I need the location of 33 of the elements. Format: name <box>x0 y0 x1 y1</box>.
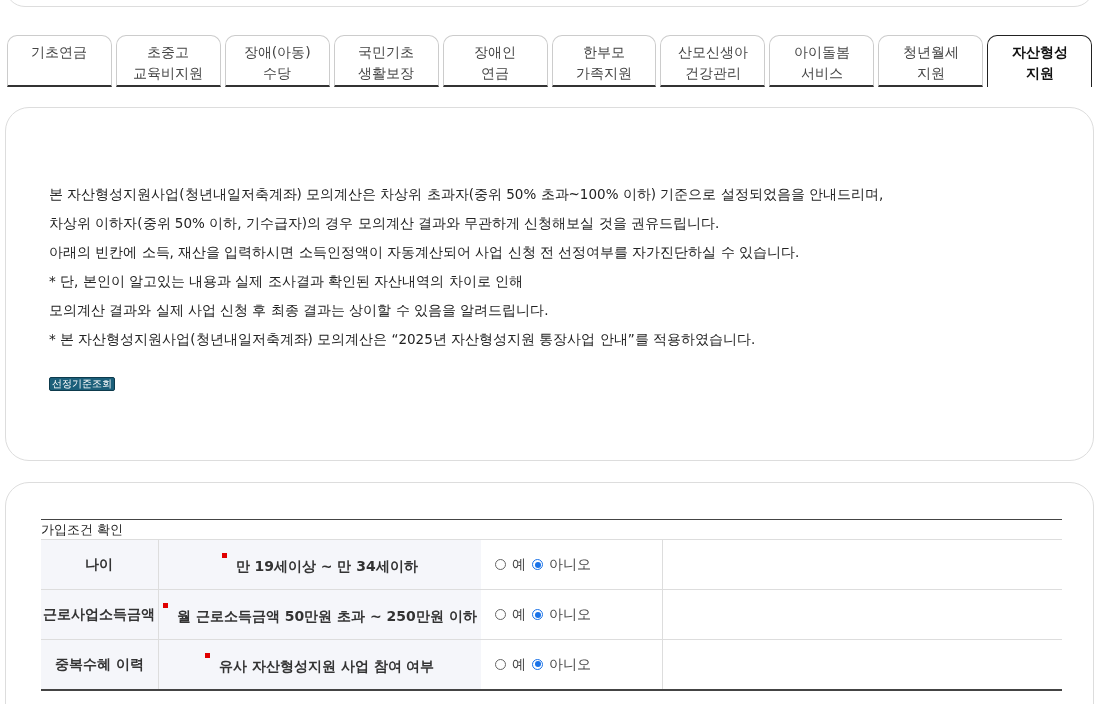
table-cell-text: 월 근로소득금액 50만원 초과 ~ 250만원 이하 <box>176 607 477 626</box>
tab[interactable]: 장애인 연금 <box>442 35 548 87</box>
tab[interactable]: 기초연금 <box>7 35 112 87</box>
radio-option[interactable]: 아니오 <box>532 604 591 625</box>
table-caption: 가입조건 확인 <box>41 521 124 539</box>
notice-text: 차상위 이하자(중위 50% 이하, 기수급자)의 경우 모의계산 결과와 무관하게 신청해보실 것을 권유드립니다. <box>49 214 721 233</box>
radio-option[interactable]: 예 <box>495 604 526 625</box>
table-cell: 나이 <box>41 539 158 590</box>
radio-option[interactable]: 예 <box>495 653 526 675</box>
table-cell: 중복수혜 이력 <box>41 639 158 690</box>
tab[interactable]: 청년월세 지원 <box>878 35 984 87</box>
notice-text: 아래의 빈칸에 소득, 재산을 입력하시면 소득인정액이 자동계산되어 사업 신청 전 선정여부를 자가진단하실 수 있습니다. <box>49 243 801 262</box>
bullet-icon <box>162 603 168 608</box>
radio-option[interactable]: 예 <box>495 554 526 575</box>
tab[interactable]: 자산형성 지원 <box>987 35 1093 87</box>
tab[interactable]: 아이돌봄 서비스 <box>769 35 875 87</box>
tab[interactable]: 장애(아동) 수당 <box>224 35 330 87</box>
criteria-button[interactable]: 선정기준조회 <box>49 377 115 391</box>
bullet-icon <box>221 553 227 558</box>
bullet-icon <box>205 652 210 658</box>
notice-text: 본 자산형성지원사업(청년내일저축계좌) 모의계산은 차상위 초과자(중위 50% 초과~100% 이하) 기준으로 설정되었음을 안내드리며, <box>49 185 885 204</box>
table-cell-text: 만 19세이상 ~ 만 34세이하 <box>235 557 418 576</box>
table-cell-text: 유사 자산형성지원 사업 참여 여부 <box>219 656 435 676</box>
tab[interactable]: 한부모 가족지원 <box>551 35 657 87</box>
notice-text: * 단, 본인이 알고있는 내용과 실제 조사결과 확인된 자산내역의 차이로 인해 <box>49 272 524 291</box>
tab[interactable]: 초중고 교육비지원 <box>115 35 221 87</box>
radio-option[interactable]: 아니오 <box>532 554 591 575</box>
radio-option[interactable]: 아니오 <box>532 653 591 675</box>
notice-text: 모의계산 결과와 실제 사업 신청 후 최종 결과는 상이할 수 있음을 알려드립니다. <box>49 301 550 320</box>
table-cell: 근로사업소득금액 <box>41 589 158 640</box>
notice-text: * 본 자산형성지원사업(청년내일저축계좌) 모의계산은 “2025년 자산형성지원 통장사업 안내”를 적용하였습니다. <box>49 330 757 349</box>
tab[interactable]: 국민기초 생활보장 <box>333 35 439 87</box>
tab[interactable]: 산모신생아 건강관리 <box>660 35 766 87</box>
